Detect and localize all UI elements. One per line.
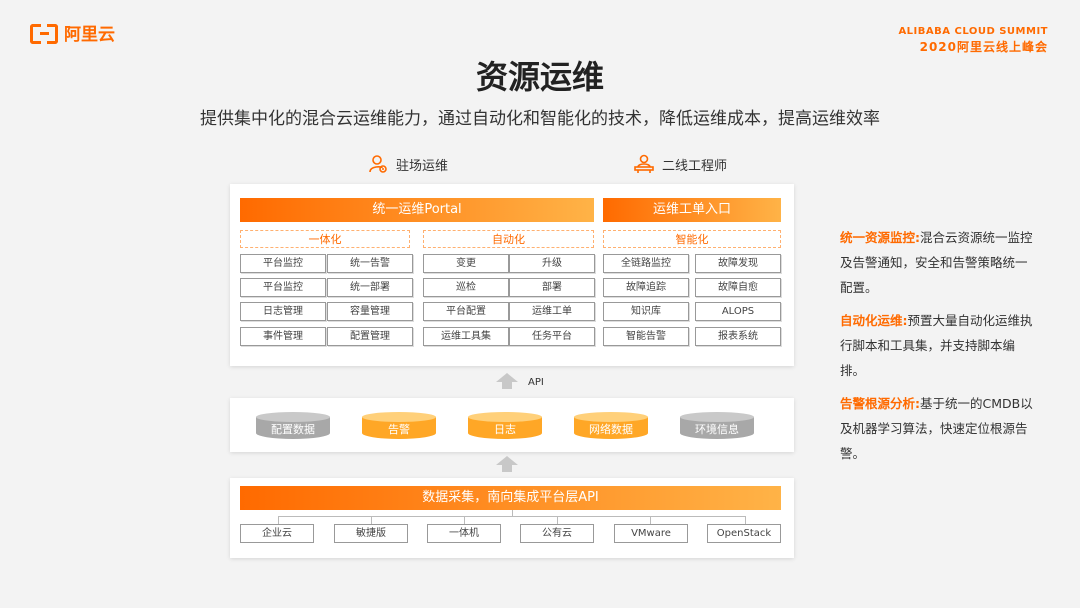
func-cell[interactable]: 平台监控 [240,254,326,273]
arrow-up-icon [496,373,518,382]
data-source-label: 网络数据 [589,423,633,436]
group-intelligence: 智能化 [603,230,781,248]
database-icon: 环境信息 [680,412,754,442]
logo-text: 阿里云 [64,25,115,45]
data-layer-panel: 配置数据 告警 日志 网络数据 环境信息 [230,398,794,452]
desc-root-cause: 告警根源分析:基于统一的CMDB以及机器学习算法，快速定位根源告警。 [840,391,1036,466]
source-item[interactable]: 企业云 [240,524,314,543]
func-cell[interactable]: 日志管理 [240,302,326,321]
source-item[interactable]: VMware [614,524,688,543]
func-cell[interactable]: 统一告警 [327,254,413,273]
func-cell[interactable]: 任务平台 [509,327,595,346]
desc-monitoring: 统一资源监控:混合云资源统一监控及告警通知，安全和告警策略统一配置。 [840,225,1036,300]
database-icon: 日志 [468,412,542,442]
collection-bar: 数据采集，南向集成平台层API [240,486,781,510]
desc-automation: 自动化运维:预置大量自动化运维执行脚本和工具集，并支持脚本编排。 [840,308,1036,383]
desc-title: 告警根源分析: [840,396,920,411]
data-source-label: 日志 [494,423,516,436]
func-cell[interactable]: 故障自愈 [695,278,781,297]
func-cell[interactable]: 报表系统 [695,327,781,346]
source-item[interactable]: OpenStack [707,524,781,543]
role-second-line: 二线工程师 [634,154,727,174]
func-cell[interactable]: 全链路监控 [603,254,689,273]
func-cell[interactable]: 事件管理 [240,327,326,346]
data-source-label: 配置数据 [271,423,315,436]
summit-badge: ALIBABA CLOUD SUMMIT 2020阿里云线上峰会 [898,26,1048,55]
func-cell[interactable]: 故障追踪 [603,278,689,297]
source-item[interactable]: 公有云 [520,524,594,543]
func-cell[interactable]: 升级 [509,254,595,273]
desc-title: 自动化运维: [840,313,908,328]
engineer-desk-icon [634,154,654,174]
func-cell[interactable]: 统一部署 [327,278,413,297]
portal-panel: 统一运维Portal 运维工单入口 一体化 平台监控 统一告警 平台监控 统一部… [230,184,794,366]
source-item[interactable]: 敏捷版 [334,524,408,543]
func-cell[interactable]: 平台监控 [240,278,326,297]
api-label: API [528,377,544,388]
role-onsite-label: 驻场运维 [396,158,449,174]
group-automation: 自动化 [423,230,594,248]
func-cell[interactable]: 巡检 [423,278,509,297]
data-source-label: 环境信息 [695,423,739,436]
alibaba-cloud-logo-icon [30,23,58,44]
arrow-up-icon [496,456,518,465]
database-icon: 配置数据 [256,412,330,442]
desc-title: 统一资源监控: [840,230,920,245]
func-cell[interactable]: 变更 [423,254,509,273]
data-source-label: 告警 [388,423,410,436]
func-cell[interactable]: 知识库 [603,302,689,321]
func-cell[interactable]: 故障发现 [695,254,781,273]
func-cell[interactable]: 容量管理 [327,302,413,321]
portal-bar[interactable]: 统一运维Portal [240,198,594,222]
func-cell[interactable]: ALOPS [695,302,781,321]
database-icon: 告警 [362,412,436,442]
func-cell[interactable]: 配置管理 [327,327,413,346]
page-subtitle: 提供集中化的混合云运维能力，通过自动化和智能化的技术，降低运维成本，提高运维效率 [200,109,880,129]
collection-panel: 数据采集，南向集成平台层API 企业云 敏捷版 一体机 公有云 VMware O… [230,478,794,558]
func-cell[interactable]: 智能告警 [603,327,689,346]
database-icon: 网络数据 [574,412,648,442]
func-cell[interactable]: 平台配置 [423,302,509,321]
role-second-line-label: 二线工程师 [662,158,728,174]
engineer-gear-icon [368,154,388,174]
role-onsite: 驻场运维 [368,154,448,174]
ticket-entry-bar[interactable]: 运维工单入口 [603,198,781,222]
alibaba-cloud-logo: 阿里云 [30,20,115,45]
group-integration: 一体化 [240,230,410,248]
source-item[interactable]: 一体机 [427,524,501,543]
page-title: 资源运维 [475,58,604,96]
func-cell[interactable]: 运维工具集 [423,327,509,346]
func-cell[interactable]: 运维工单 [509,302,595,321]
func-cell[interactable]: 部署 [509,278,595,297]
summit-en: ALIBABA CLOUD SUMMIT [898,26,1048,37]
